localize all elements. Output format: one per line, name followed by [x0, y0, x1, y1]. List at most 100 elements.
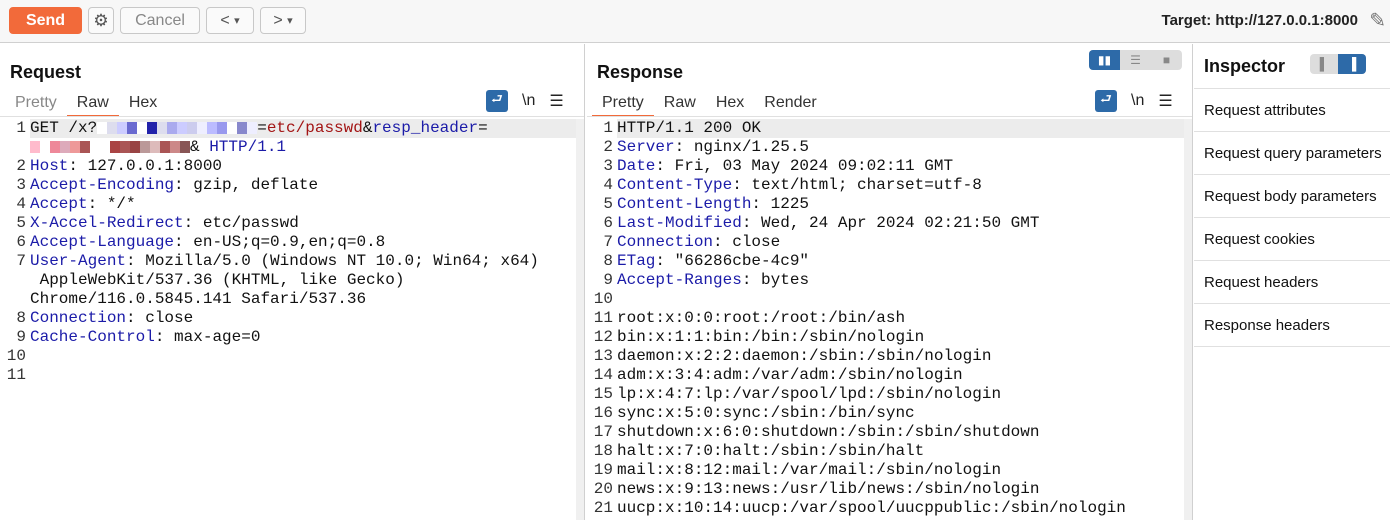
line-number: 21 [593, 499, 613, 517]
menu-icon[interactable]: ☰ [549, 91, 563, 111]
response-pane: ▮▮ ☰ ■ Response Pretty Raw Hex Render ⮐ \n … [587, 44, 1193, 520]
back-button[interactable]: < ▾ [206, 7, 254, 34]
code-line: Last-Modified: Wed, 24 Apr 2024 02:21:50… [617, 214, 1184, 233]
line-number: 5 [16, 214, 26, 232]
code-line: HTTP/1.1 200 OK [617, 119, 1184, 138]
inspector-section[interactable]: Response headers [1194, 304, 1390, 347]
line-number: 2 [16, 157, 26, 175]
code-text: daemon:x:2:2:daemon:/sbin:/sbin/nologin [617, 347, 992, 365]
code-line: lp:x:4:7:lp:/var/spool/lpd:/sbin/nologin [617, 385, 1184, 404]
line-number: 7 [16, 252, 26, 270]
header-name: Server [617, 138, 675, 156]
tab-raw[interactable]: Raw [66, 93, 119, 117]
newline-toggle-icon[interactable]: \n [1131, 92, 1144, 110]
inspector-section[interactable]: Request cookies [1194, 218, 1390, 261]
code-text: resp_header [372, 119, 479, 137]
code-text: = [478, 119, 488, 137]
code-line: uucp:x:10:14:uucp:/var/spool/uucppublic:… [617, 499, 1184, 518]
tab-hex[interactable]: Hex [706, 93, 754, 117]
inspector-section[interactable]: Request headers [1194, 261, 1390, 304]
dock-right-icon[interactable]: ▐ [1338, 54, 1366, 74]
back-dropdown-icon[interactable]: ▾ [234, 14, 240, 27]
line-number: 11 [593, 309, 613, 327]
cancel-button[interactable]: Cancel [120, 7, 200, 34]
code-text: : Mozilla/5.0 (Windows NT 10.0; Win64; x… [126, 252, 539, 270]
response-scrollbar[interactable] [1184, 119, 1192, 520]
code-text: news:x:9:13:news:/usr/lib/news:/sbin/nol… [617, 480, 1040, 498]
code-line: sync:x:5:0:sync:/sbin:/bin/sync [617, 404, 1184, 423]
code-line: shutdown:x:6:0:shutdown:/sbin:/sbin/shut… [617, 423, 1184, 442]
line-number: 17 [593, 423, 613, 441]
stacked-layout-icon[interactable]: ☰ [1120, 50, 1151, 70]
response-title: Response [597, 62, 684, 82]
header-name: ETag [617, 252, 656, 270]
toolbar: Send ⚙ Cancel < ▾ > ▾ Target: http://127… [0, 0, 1390, 43]
single-layout-icon[interactable]: ■ [1151, 50, 1182, 70]
header-name: Connection [30, 309, 127, 327]
tab-hex[interactable]: Hex [119, 93, 167, 117]
request-title: Request [10, 62, 82, 82]
line-number: 5 [603, 195, 613, 213]
line-number: 8 [16, 309, 26, 327]
line-number: 3 [16, 176, 26, 194]
line-number: 2 [603, 138, 613, 156]
forward-button[interactable]: > ▾ [260, 7, 306, 34]
code-line: Chrome/116.0.5845.141 Safari/537.36 [30, 290, 576, 309]
header-name: User-Agent [30, 252, 127, 270]
line-number: 6 [603, 214, 613, 232]
request-scrollbar[interactable] [576, 119, 584, 520]
code-text: etc/passwd [266, 119, 363, 137]
code-text: GET /x? [30, 119, 98, 137]
request-tabs: Pretty Raw Hex [5, 93, 167, 117]
code-text: : close [126, 309, 194, 327]
code-text: : 127.0.0.1:8000 [68, 157, 223, 175]
code-text: bin:x:1:1:bin:/bin:/sbin/nologin [617, 328, 925, 346]
code-line: ETag: "66286cbe-4c9" [617, 252, 1184, 271]
header-name: Cache-Control [30, 328, 155, 346]
code-line: Accept-Encoding: gzip, deflate [30, 176, 576, 195]
inspector-section[interactable]: Request attributes [1194, 89, 1390, 132]
inspector-section[interactable]: Request query parameters [1194, 132, 1390, 175]
code-line: daemon:x:2:2:daemon:/sbin:/sbin/nologin [617, 347, 1184, 366]
line-number: 10 [593, 290, 613, 308]
forward-dropdown-icon[interactable]: ▾ [287, 14, 293, 27]
code-line: Accept-Ranges: bytes [617, 271, 1184, 290]
tab-pretty[interactable]: Pretty [592, 93, 654, 117]
inspector-section[interactable]: Request body parameters [1194, 175, 1390, 218]
word-wrap-icon[interactable]: ⮐ [1095, 90, 1117, 112]
tab-pretty[interactable]: Pretty [5, 93, 67, 117]
gear-icon[interactable]: ⚙ [88, 7, 114, 34]
code-text: adm:x:3:4:adm:/var/adm:/sbin/nologin [617, 366, 963, 384]
code-text: sync:x:5:0:sync:/sbin:/bin/sync [617, 404, 915, 422]
code-line: Content-Length: 1225 [617, 195, 1184, 214]
code-line: bin:x:1:1:bin:/bin:/sbin/nologin [617, 328, 1184, 347]
dock-left-icon[interactable]: ▌ [1310, 54, 1338, 74]
code-line: Accept-Language: en-US;q=0.9,en;q=0.8 [30, 233, 576, 252]
edit-target-icon[interactable]: ✎ [1369, 8, 1386, 33]
line-number: 7 [603, 233, 613, 251]
code-text: : 1225 [751, 195, 810, 213]
code-text: : gzip, deflate [174, 176, 319, 194]
code-text: : etc/passwd [183, 214, 299, 232]
back-icon: < [220, 11, 230, 29]
header-name: Accept-Language [30, 233, 175, 251]
line-number: 13 [593, 347, 613, 365]
code-text: : text/html; charset=utf-8 [732, 176, 982, 194]
code-text: : */* [87, 195, 136, 213]
menu-icon[interactable]: ☰ [1158, 91, 1172, 111]
tab-raw[interactable]: Raw [654, 93, 706, 117]
code-line: halt:x:7:0:halt:/sbin:/sbin/halt [617, 442, 1184, 461]
code-text: mail:x:8:12:mail:/var/mail:/sbin/nologin [617, 461, 1002, 479]
code-text: shutdown:x:6:0:shutdown:/sbin:/sbin/shut… [617, 423, 1040, 441]
header-name: Date [617, 157, 656, 175]
newline-toggle-icon[interactable]: \n [522, 92, 535, 110]
side-by-side-layout-icon[interactable]: ▮▮ [1089, 50, 1120, 70]
tab-render[interactable]: Render [754, 93, 826, 117]
code-text: : max-age=0 [154, 328, 261, 346]
code-text: root:x:0:0:root:/root:/bin/ash [617, 309, 906, 327]
send-button[interactable]: Send [9, 7, 82, 34]
word-wrap-icon[interactable]: ⮐ [486, 90, 508, 112]
code-text: uucp:x:10:14:uucp:/var/spool/uucppublic:… [617, 499, 1126, 517]
line-number: 10 [6, 347, 26, 365]
code-text: HTTP/1.1 [209, 138, 287, 156]
